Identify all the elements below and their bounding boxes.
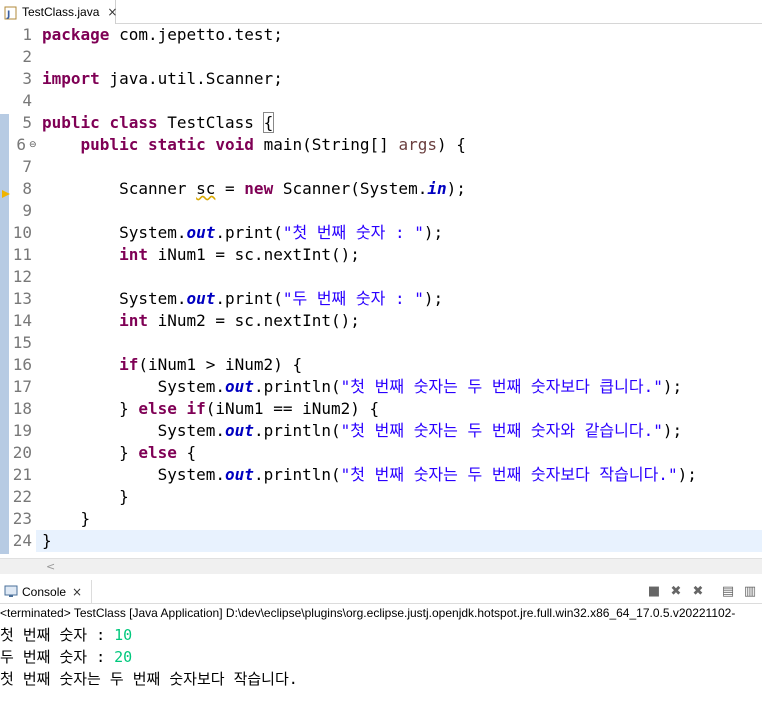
scroll-lock-icon[interactable]: ▤ [720,584,736,600]
line-number: 3 [22,69,32,88]
close-icon[interactable]: × [107,5,117,19]
line-number: 10 [12,223,32,242]
line-number: 20 [12,443,32,462]
code-line-16: if(iNum1 > iNum2) { [119,355,303,374]
code-line-18: } else if(iNum1 == iNum2) { [119,399,380,418]
code-line-21: System.out.println("첫 번째 숫자는 두 번째 숫자보다 작… [157,465,697,484]
pin-icon[interactable]: ▥ [742,584,758,600]
code-line-10: System.out.print("첫 번째 숫자 : "); [119,223,444,242]
line-number: 9 [22,201,32,220]
line-number: 23 [12,509,32,528]
remove-launch-icon[interactable]: ✖ [668,584,684,600]
line-number: 1 [22,25,32,44]
code-line-5: public class TestClass { [42,112,275,133]
line-number: 22 [12,487,32,506]
console-line: 두 번째 숫자 : 20 [0,648,133,666]
code-line-3: import java.util.Scanner; [42,69,283,88]
line-number: 19 [12,421,32,440]
line-number: 2 [22,47,32,66]
java-file-icon: J [4,5,18,20]
scroll-left-icon[interactable]: < [46,560,55,573]
code-line-17: System.out.println("첫 번째 숫자는 두 번째 숫자보다 큽… [157,377,683,396]
console-line: 첫 번째 숫자는 두 번째 숫자보다 작습니다. [0,670,298,688]
fold-collapse-icon[interactable]: ⊖ [29,140,37,150]
code-line-20: } else { [119,443,197,462]
code-line-1: package com.jepetto.test; [42,25,283,44]
line-number: 24 [12,531,32,550]
console-icon [4,583,18,602]
code-line-13: System.out.print("두 번째 숫자 : "); [119,289,444,308]
line-number: 14 [12,311,32,330]
code-line-11: int iNum1 = sc.nextInt(); [119,245,360,264]
warning-icon[interactable] [1,184,11,198]
console-tab-label: Console [22,585,67,599]
terminate-icon[interactable]: ■ [646,584,662,600]
line-number: 4 [22,91,32,110]
svg-text:J: J [6,10,10,20]
editor-tab-bar: J TestClass.java × [0,0,762,24]
line-number: 21 [12,465,32,484]
editor-tab-label: TestClass.java [22,5,100,19]
code-line-6: public static void main(String[] args) { [80,135,466,154]
line-number: 13 [12,289,32,308]
editor-tab-testclass[interactable]: J TestClass.java × [0,0,117,24]
line-number: 7 [22,157,32,176]
console-line: 첫 번째 숫자 : 10 [0,626,133,644]
line-number: 17 [12,377,32,396]
current-line-highlight [36,530,762,552]
line-number: 11 [12,245,32,264]
line-number: 12 [12,267,32,286]
code-line-22: } [42,487,129,506]
close-icon[interactable]: × [72,585,82,599]
remove-all-icon[interactable]: ✖ [690,584,706,600]
code-line-19: System.out.println("첫 번째 숫자는 두 번째 숫자와 같습… [157,421,683,440]
code-line-23: } [42,509,91,528]
line-number: 16 [12,355,32,374]
line-number: 5 [22,113,32,132]
line-number: 18 [12,399,32,418]
launch-status: <terminated> TestClass [Java Application… [0,606,736,620]
console-tab-bar: Console × ■ ✖ ✖ ▤ ▥ [0,580,762,604]
code-line-8: Scanner sc = new Scanner(System.in); [119,179,466,198]
console-tab[interactable]: Console × [0,580,92,604]
line-number: 15 [12,333,32,352]
code-line-14: int iNum2 = sc.nextInt(); [119,311,360,330]
code-line-24: } [42,531,52,550]
code-editor[interactable]: 1 2 3 4 5 6 7 8 9 10 11 12 13 14 15 16 1… [0,24,762,558]
horizontal-scrollbar[interactable]: < [0,558,762,574]
